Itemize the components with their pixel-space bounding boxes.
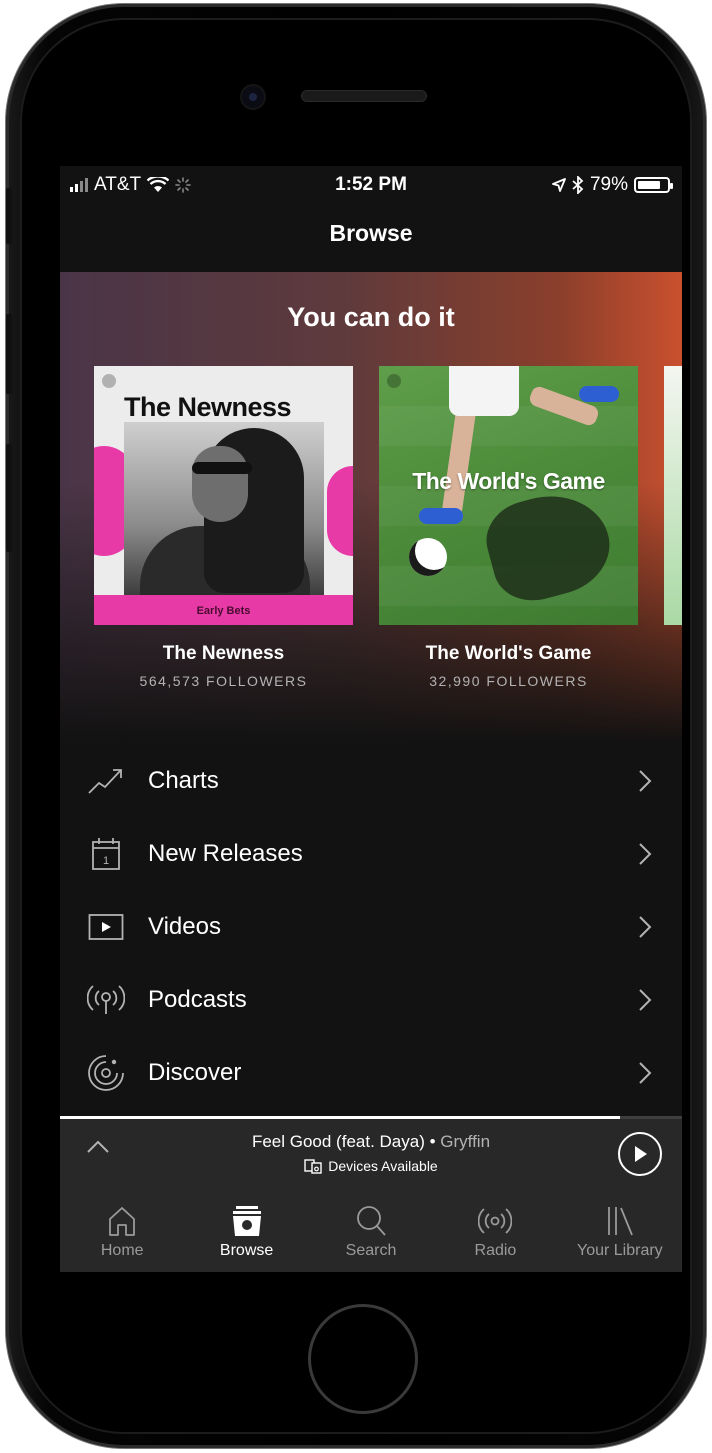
playlist-card-next[interactable] bbox=[664, 366, 682, 625]
chevron-right-icon bbox=[639, 915, 652, 938]
menu-item-podcasts[interactable]: Podcasts bbox=[60, 963, 682, 1036]
chevron-right-icon bbox=[639, 1061, 652, 1084]
calendar-icon: 1 bbox=[92, 837, 120, 870]
earpiece-speaker bbox=[302, 91, 426, 101]
chevron-right-icon bbox=[639, 842, 652, 865]
featured-title: You can do it bbox=[287, 302, 455, 332]
now-playing-track[interactable]: Feel Good (feat. Daya) • Gryffin bbox=[130, 1132, 612, 1152]
track-separator: • bbox=[424, 1132, 441, 1151]
menu-item-label: New Releases bbox=[148, 839, 303, 867]
cover-title: The Newness bbox=[124, 392, 292, 422]
page-title: Browse bbox=[329, 220, 413, 246]
home-icon bbox=[109, 1207, 136, 1236]
playlist-cover[interactable]: The Newness Early Bets bbox=[94, 366, 353, 625]
volume-down-button bbox=[6, 444, 12, 552]
menu-item-label: Podcasts bbox=[148, 985, 247, 1013]
play-icon bbox=[635, 1146, 647, 1162]
calendar-day: 1 bbox=[103, 855, 109, 867]
playlist-cover[interactable]: The World's Game bbox=[379, 366, 638, 625]
tab-radio[interactable]: Radio bbox=[433, 1192, 557, 1272]
browse-menu: Charts 1 New Releases Videos Podcasts Di… bbox=[60, 744, 682, 1109]
app-screen: AT&T 1:52 PM 79% Browse You can do it Th… bbox=[60, 166, 682, 1272]
discover-icon bbox=[88, 1054, 124, 1091]
playlist-followers: 564,573 FOLLOWERS bbox=[139, 673, 308, 689]
status-bar: AT&T 1:52 PM 79% bbox=[60, 166, 682, 204]
menu-item-new-releases[interactable]: 1 New Releases bbox=[60, 817, 682, 890]
featured-section: You can do it The Newness Early Bets The… bbox=[60, 272, 682, 742]
tab-label: Your Library bbox=[576, 1242, 663, 1259]
battery-percent: 79% bbox=[589, 174, 628, 195]
tab-search[interactable]: Search bbox=[309, 1192, 433, 1272]
front-camera bbox=[242, 86, 264, 108]
chevron-up-icon[interactable] bbox=[86, 1140, 110, 1154]
devices-label: Devices Available bbox=[328, 1158, 438, 1174]
menu-item-videos[interactable]: Videos bbox=[60, 890, 682, 963]
radio-icon bbox=[478, 1208, 513, 1234]
playlist-name[interactable]: The World's Game bbox=[379, 643, 638, 665]
playlist-name[interactable]: The Newness bbox=[94, 643, 353, 665]
browse-icon bbox=[232, 1206, 261, 1236]
tab-home[interactable]: Home bbox=[60, 1192, 184, 1272]
progress-bar bbox=[60, 1116, 620, 1119]
podcast-icon bbox=[87, 984, 125, 1014]
spotify-logo-icon bbox=[387, 374, 401, 388]
menu-item-discover[interactable]: Discover bbox=[60, 1036, 682, 1109]
video-icon bbox=[88, 913, 124, 940]
track-title: Feel Good (feat. Daya) bbox=[251, 1132, 425, 1151]
tab-bar: Home Browse Search Radio Your Library bbox=[60, 1192, 682, 1272]
devices-available[interactable]: Devices Available bbox=[130, 1158, 612, 1174]
now-playing-bar[interactable]: Feel Good (feat. Daya) • Gryffin Devices… bbox=[60, 1116, 682, 1192]
chevron-right-icon bbox=[639, 988, 652, 1011]
menu-item-charts[interactable]: Charts bbox=[60, 744, 682, 817]
playlist-card-newness[interactable]: The Newness Early Bets The Newness 564,5… bbox=[94, 366, 353, 689]
spotify-logo-icon bbox=[102, 374, 116, 388]
play-button[interactable] bbox=[618, 1132, 662, 1176]
tab-label: Browse bbox=[219, 1242, 274, 1259]
search-icon bbox=[357, 1206, 386, 1236]
tab-browse[interactable]: Browse bbox=[184, 1192, 308, 1272]
menu-item-label: Videos bbox=[148, 912, 221, 940]
tab-your-library[interactable]: Your Library bbox=[558, 1192, 682, 1272]
bluetooth-icon bbox=[572, 176, 584, 194]
devices-icon bbox=[304, 1159, 322, 1174]
chevron-right-icon bbox=[639, 769, 652, 792]
cover-title: The World's Game bbox=[412, 468, 605, 494]
mute-switch bbox=[6, 188, 12, 244]
volume-up-button bbox=[6, 314, 12, 394]
battery-icon bbox=[634, 177, 673, 193]
home-button[interactable] bbox=[308, 1304, 418, 1414]
menu-item-label: Charts bbox=[148, 766, 219, 794]
trending-up-icon bbox=[88, 768, 122, 794]
tab-label: Radio bbox=[474, 1242, 517, 1259]
cover-subtitle: Early Bets bbox=[196, 605, 251, 617]
track-artist: Gryffin bbox=[440, 1132, 491, 1151]
tab-label: Search bbox=[345, 1242, 397, 1259]
playlist-followers: 32,990 FOLLOWERS bbox=[429, 673, 588, 689]
menu-item-label: Discover bbox=[148, 1058, 242, 1086]
location-arrow-icon bbox=[552, 178, 566, 192]
playlist-card-worlds-game[interactable]: The World's Game The World's Game 32,990… bbox=[379, 366, 638, 689]
tab-label: Home bbox=[100, 1242, 144, 1259]
library-icon bbox=[607, 1207, 633, 1236]
